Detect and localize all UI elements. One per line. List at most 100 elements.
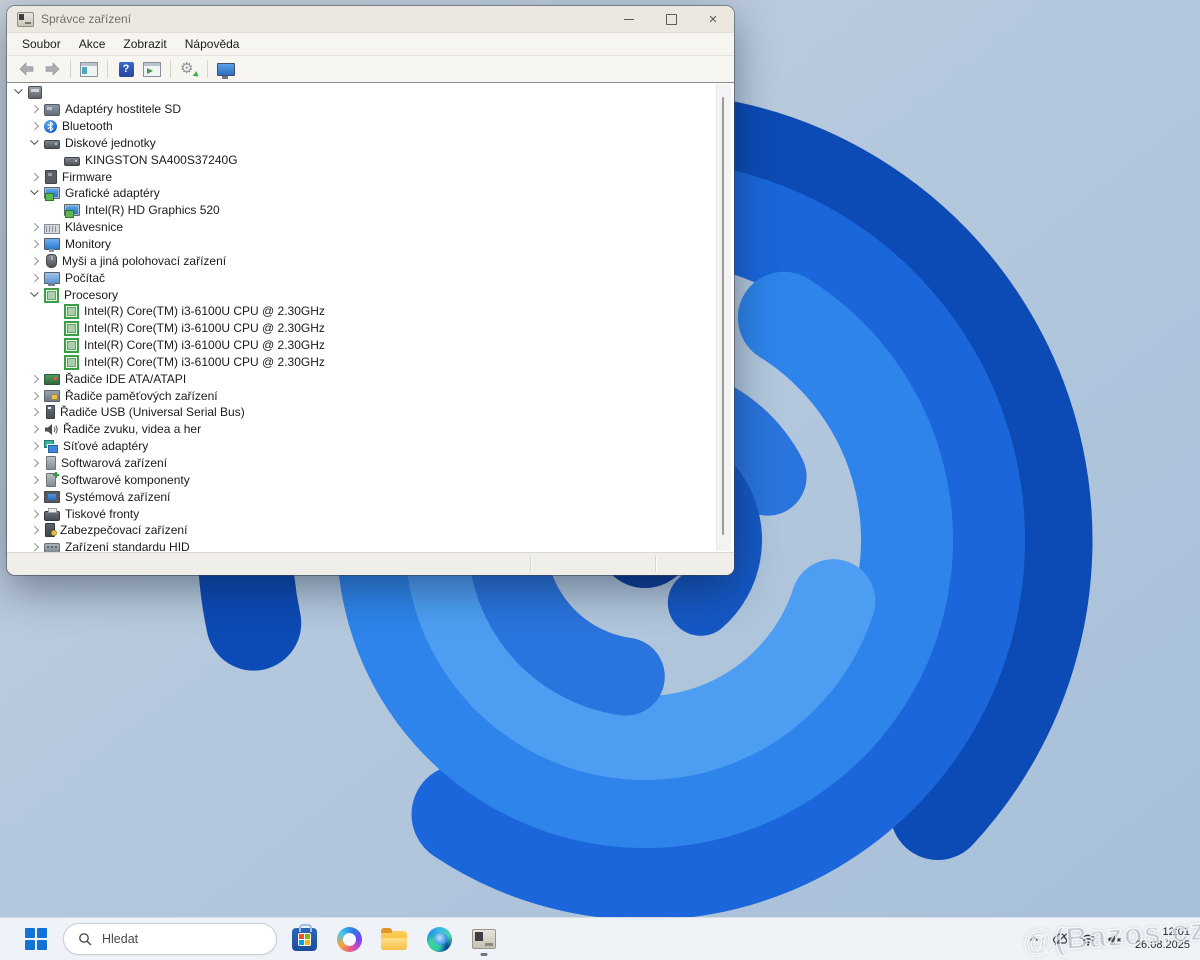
processor-icon: [64, 304, 79, 319]
security-device-icon: [45, 523, 55, 537]
tree-chevron-icon[interactable]: [27, 270, 43, 286]
tree-chevron-icon[interactable]: [27, 371, 43, 387]
tree-item-label: Zabezpečovací zařízení: [60, 523, 187, 537]
taskbar: Hledat 12:01: [0, 917, 1200, 960]
tree-chevron-icon[interactable]: [27, 506, 43, 522]
tree-item-label: Řadiče zvuku, videa a her: [63, 422, 201, 436]
tree-chevron-icon[interactable]: [27, 388, 43, 404]
tree-item[interactable]: Myši a jiná polohovací zařízení: [7, 252, 734, 269]
tree-item-label: Intel(R) Core(TM) i3-6100U CPU @ 2.30GHz: [84, 321, 325, 335]
tree-chevron-icon[interactable]: [27, 455, 43, 471]
tree-item[interactable]: Tiskové fronty: [7, 505, 734, 522]
microsoft-edge-button[interactable]: [421, 921, 457, 957]
forward-icon[interactable]: [41, 58, 63, 80]
tree-item[interactable]: Řadiče IDE ATA/ATAPI: [7, 370, 734, 387]
tree-item[interactable]: Procesory: [7, 286, 734, 303]
scrollbar-track[interactable]: [716, 84, 731, 551]
tree-item[interactable]: Diskové jednotky: [7, 135, 734, 152]
maximize-button[interactable]: [650, 6, 692, 32]
tree-item-label: KINGSTON SA400S37240G: [85, 153, 238, 167]
tree-item-label: Grafické adaptéry: [65, 186, 160, 200]
copilot-button[interactable]: [331, 921, 367, 957]
tree-chevron-icon[interactable]: [27, 438, 43, 454]
windows-logo-icon: [25, 928, 47, 950]
tree-item[interactable]: Intel(R) Core(TM) i3-6100U CPU @ 2.30GHz: [7, 337, 734, 354]
menu-soubor[interactable]: Soubor: [13, 35, 70, 53]
tree-chevron-icon[interactable]: [27, 489, 43, 505]
scrollbar-thumb[interactable]: [722, 97, 724, 535]
show-console-tree-icon[interactable]: [78, 58, 100, 80]
tree-chevron-icon[interactable]: [27, 421, 43, 437]
tree-item[interactable]: Klávesnice: [7, 219, 734, 236]
tree-item[interactable]: Intel(R) Core(TM) i3-6100U CPU @ 2.30GHz: [7, 303, 734, 320]
tree-item[interactable]: Systémová zařízení: [7, 488, 734, 505]
tree-item[interactable]: Zabezpečovací zařízení: [7, 522, 734, 539]
tree-item[interactable]: KINGSTON SA400S37240G: [7, 151, 734, 168]
device-manager-app-icon: [17, 12, 34, 27]
tree-item[interactable]: Firmware: [7, 168, 734, 185]
search-box[interactable]: Hledat: [63, 923, 277, 955]
tree-chevron-icon[interactable]: [27, 472, 43, 488]
file-explorer-button[interactable]: [376, 921, 412, 957]
tree-chevron-icon[interactable]: [27, 219, 43, 235]
tree-item[interactable]: Řadiče paměťových zařízení: [7, 387, 734, 404]
tree-chevron-icon[interactable]: [27, 539, 43, 552]
tree-item[interactable]: Bluetooth: [7, 118, 734, 135]
menu-zobrazit[interactable]: Zobrazit: [114, 35, 175, 53]
tree-chevron-icon[interactable]: [27, 522, 43, 538]
toolbar-separator: [70, 60, 71, 78]
help-icon[interactable]: ?: [115, 58, 137, 80]
tree-chevron-icon[interactable]: [27, 101, 43, 117]
tree-chevron-icon[interactable]: [27, 253, 43, 269]
device-manager-taskbar-button[interactable]: [466, 921, 502, 957]
tree-item-label: Diskové jednotky: [65, 136, 156, 150]
tree-chevron-icon[interactable]: [27, 185, 43, 201]
remote-computer-icon[interactable]: [215, 58, 237, 80]
tree-chevron-icon[interactable]: [27, 287, 43, 303]
tree-item[interactable]: Řadiče USB (Universal Serial Bus): [7, 404, 734, 421]
tree-item[interactable]: Softwarová zařízení: [7, 455, 734, 472]
tree-item[interactable]: Intel(R) Core(TM) i3-6100U CPU @ 2.30GHz: [7, 354, 734, 371]
microsoft-store-button[interactable]: [286, 921, 322, 957]
disk-drive-icon: [44, 140, 60, 149]
wifi-icon[interactable]: [1079, 929, 1097, 949]
tree-item[interactable]: Monitory: [7, 236, 734, 253]
tree-item-label: Myši a jiná polohovací zařízení: [62, 254, 226, 268]
titlebar[interactable]: Správce zařízení ×: [7, 6, 734, 32]
tree-item-label: Intel(R) HD Graphics 520: [85, 203, 220, 217]
tree-item[interactable]: Počítač: [7, 269, 734, 286]
tree-item-label: Zařízení standardu HID: [65, 540, 190, 552]
tree-item[interactable]: Intel(R) HD Graphics 520: [7, 202, 734, 219]
scan-hardware-changes-icon[interactable]: [178, 58, 200, 80]
tree-item[interactable]: Softwarové komponenty: [7, 471, 734, 488]
tree-chevron-icon[interactable]: [27, 236, 43, 252]
bluetooth-icon: [44, 120, 57, 133]
onedrive-icon[interactable]: [1052, 929, 1070, 949]
tree-item-label: Řadiče paměťových zařízení: [65, 389, 218, 403]
tree-item[interactable]: Intel(R) Core(TM) i3-6100U CPU @ 2.30GHz: [7, 320, 734, 337]
mouse-icon: [46, 254, 57, 268]
minimize-button[interactable]: [608, 6, 650, 32]
volume-icon[interactable]: [1106, 929, 1124, 949]
menu-bar: Soubor Akce Zobrazit Nápověda: [7, 32, 734, 55]
tree-item[interactable]: Síťové adaptéry: [7, 438, 734, 455]
menu-akce[interactable]: Akce: [70, 35, 115, 53]
clock[interactable]: 12:01 26.08.2025: [1133, 926, 1190, 952]
tree-item[interactable]: Adaptéry hostitele SD: [7, 101, 734, 118]
close-button[interactable]: ×: [692, 6, 734, 32]
tree-chevron-icon[interactable]: [27, 169, 43, 185]
tree-chevron-icon[interactable]: [27, 404, 43, 420]
back-icon[interactable]: [15, 58, 37, 80]
disk-drive-icon: [64, 157, 80, 166]
tray-expand-button[interactable]: [1025, 929, 1043, 949]
tree-item[interactable]: Grafické adaptéry: [7, 185, 734, 202]
tree-item[interactable]: [7, 84, 734, 101]
tree-item[interactable]: Řadiče zvuku, videa a her: [7, 421, 734, 438]
tree-chevron-icon[interactable]: [27, 118, 43, 134]
tree-chevron-icon[interactable]: [27, 135, 43, 151]
menu-napoveda[interactable]: Nápověda: [176, 35, 249, 53]
start-button[interactable]: [18, 921, 54, 957]
properties-icon[interactable]: [141, 58, 163, 80]
tree-item[interactable]: Zařízení standardu HID: [7, 539, 734, 552]
tree-chevron-icon[interactable]: [11, 84, 27, 100]
